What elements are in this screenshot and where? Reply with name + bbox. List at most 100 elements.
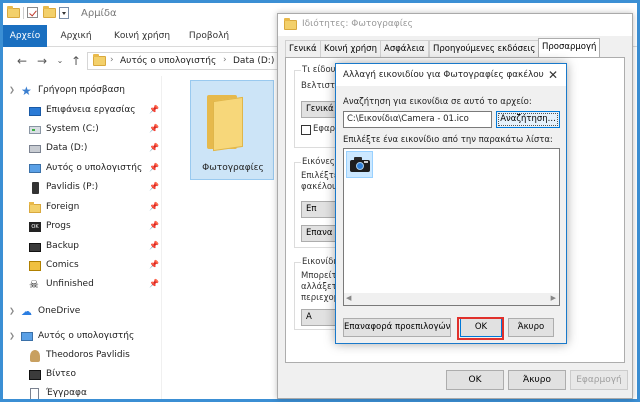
- cloud-icon: ☁: [21, 305, 32, 318]
- icon-list[interactable]: ◀ ▶: [343, 148, 560, 306]
- customize-toolbar-chevron-icon[interactable]: [59, 7, 69, 19]
- close-icon[interactable]: ✕: [544, 67, 562, 83]
- browse-button[interactable]: Αναζήτηση...: [496, 111, 560, 128]
- change-icon-cancel-button[interactable]: Άκυρο: [508, 318, 554, 337]
- icon-file-path-input[interactable]: C:\Εικονίδια\Camera - 01.ico: [343, 111, 492, 128]
- pin-icon: 📌: [149, 260, 159, 269]
- expand-chevron-icon[interactable]: ❯: [9, 332, 15, 340]
- breadcrumb-chevron-icon[interactable]: ›: [110, 55, 114, 65]
- nav-item-progs[interactable]: OK Progs 📌: [3, 218, 161, 236]
- properties-cancel-button[interactable]: Άκυρο: [508, 370, 566, 390]
- scroll-right-icon[interactable]: ▶: [551, 294, 556, 302]
- tab-home[interactable]: Αρχική: [51, 25, 101, 47]
- change-icon-title: Αλλαγή εικονιδίου για Φωτογραφίες φακέλο…: [343, 70, 544, 80]
- tab-share[interactable]: Κοινή χρήση: [103, 25, 181, 47]
- group-text: φακέλου: [301, 182, 337, 192]
- nav-item-quick-access[interactable]: ❯ ★ Γρήγορη πρόσβαση: [3, 82, 161, 100]
- address-bar[interactable]: › Αυτός ο υπολογιστής › Data (D:): [87, 52, 287, 70]
- pin-icon: 📌: [149, 279, 159, 288]
- nav-item-foreign[interactable]: Foreign 📌: [3, 199, 161, 217]
- pin-icon: 📌: [149, 182, 159, 191]
- tab-previous-versions[interactable]: Προηγούμενες εκδόσεις: [429, 40, 540, 57]
- star-icon: ★: [21, 84, 32, 98]
- separator: [23, 7, 24, 19]
- properties-check-icon[interactable]: [27, 7, 40, 19]
- folder-icon: [29, 202, 41, 213]
- nav-item-label: System (C:): [46, 124, 99, 134]
- tab-file[interactable]: Αρχείο: [3, 25, 47, 47]
- breadcrumb-this-pc[interactable]: Αυτός ο υπολογιστής: [120, 56, 216, 66]
- apply-subfolders-checkbox[interactable]: [301, 125, 311, 135]
- nav-item-label: Γρήγορη πρόσβαση: [38, 85, 125, 95]
- nav-item-label: Data (D:): [46, 143, 88, 153]
- nav-item-label: Theodoros Pavlidis: [46, 350, 130, 360]
- nav-item-videos[interactable]: Βίντεο: [3, 366, 161, 384]
- recent-locations-chevron-icon[interactable]: ⌄: [53, 54, 67, 68]
- folder-tile-label: Φωτογραφίες: [202, 163, 264, 173]
- back-arrow-icon[interactable]: ←: [15, 54, 29, 68]
- properties-apply-button[interactable]: Εφαρμογή: [570, 370, 628, 390]
- nav-item-desktop[interactable]: Επιφάνεια εργασίας 📌: [3, 102, 161, 120]
- folder-tile-photos[interactable]: Φωτογραφίες: [190, 80, 274, 180]
- phone-icon: [32, 182, 39, 194]
- new-folder-icon[interactable]: [43, 6, 56, 19]
- computer-icon: [21, 332, 33, 341]
- computer-icon: [29, 164, 41, 173]
- nav-item-documents[interactable]: Έγγραφα: [3, 385, 161, 399]
- nav-item-data-d[interactable]: Data (D:) 📌: [3, 140, 161, 158]
- nav-item-theodoros-pavlidis[interactable]: Theodoros Pavlidis: [3, 347, 161, 365]
- pin-icon: 📌: [149, 105, 159, 114]
- icon-list-item[interactable]: [346, 151, 373, 178]
- nav-item-this-pc[interactable]: ❯ Αυτός ο υπολογιστής: [3, 328, 161, 346]
- user-folder-icon: [30, 350, 40, 362]
- pin-icon: 📌: [149, 143, 159, 152]
- comics-icon: [29, 261, 41, 271]
- tab-security[interactable]: Ασφάλεια: [380, 40, 429, 57]
- checkbox-label: Εφαρ: [313, 124, 335, 134]
- window-title: Αρμίδα: [81, 8, 117, 19]
- progs-icon: OK: [29, 222, 41, 232]
- nav-item-comics[interactable]: Comics 📌: [3, 257, 161, 275]
- nav-item-label: Επιφάνεια εργασίας: [46, 105, 136, 115]
- pin-icon: 📌: [149, 221, 159, 230]
- nav-item-label: Foreign: [46, 202, 80, 212]
- nav-item-backup[interactable]: Backup 📌: [3, 238, 161, 256]
- scroll-left-icon[interactable]: ◀: [346, 294, 351, 302]
- group-text: Επιλέξτε: [301, 171, 339, 181]
- drive-icon: [29, 126, 41, 134]
- horizontal-scrollbar[interactable]: ◀ ▶: [344, 293, 559, 305]
- restore-defaults-button[interactable]: Επαναφορά προεπιλογών: [343, 318, 451, 337]
- pin-icon: 📌: [149, 124, 159, 133]
- nav-item-label: Progs: [46, 221, 71, 231]
- video-icon: [29, 370, 41, 380]
- ok-highlight-box: [457, 317, 504, 340]
- tab-customize[interactable]: Προσαρμογή: [538, 38, 601, 58]
- breadcrumb-data-drive[interactable]: Data (D:): [233, 56, 274, 66]
- pin-icon: 📌: [149, 202, 159, 211]
- folder-icon: [284, 18, 297, 30]
- nav-item-label: Pavlidis (P:): [46, 182, 99, 192]
- tab-sharing[interactable]: Κοινή χρήση: [320, 40, 381, 57]
- change-icon-dialog: Αλλαγή εικονιδίου για Φωτογραφίες φακέλο…: [335, 63, 567, 344]
- nav-item-label: OneDrive: [38, 306, 81, 316]
- folder-icon: [207, 95, 251, 152]
- properties-ok-button[interactable]: OK: [446, 370, 504, 390]
- icon-list-label: Επιλέξτε ένα εικονίδιο από την παρακάτω …: [343, 135, 553, 145]
- up-arrow-icon[interactable]: ↑: [69, 54, 83, 68]
- nav-item-system-c[interactable]: System (C:) 📌: [3, 121, 161, 139]
- forward-arrow-icon[interactable]: →: [35, 54, 49, 68]
- nav-item-label: Βίντεο: [46, 369, 77, 379]
- nav-item-this-pc-pinned[interactable]: Αυτός ο υπολογιστής 📌: [3, 160, 161, 178]
- document-icon: [30, 388, 39, 399]
- tab-general[interactable]: Γενικά: [285, 40, 321, 57]
- nav-item-pavlidis-p[interactable]: Pavlidis (P:) 📌: [3, 179, 161, 197]
- expand-chevron-icon[interactable]: ❯: [9, 86, 15, 94]
- nav-item-onedrive[interactable]: ❯ ☁ OneDrive: [3, 303, 161, 321]
- nav-item-label: Unfinished: [46, 279, 94, 289]
- nav-item-label: Αυτός ο υπολογιστής: [38, 331, 135, 341]
- tab-view[interactable]: Προβολή: [181, 25, 237, 47]
- nav-item-unfinished[interactable]: ☠ Unfinished 📌: [3, 276, 161, 294]
- expand-chevron-icon[interactable]: ❯: [9, 307, 15, 315]
- breadcrumb-chevron-icon[interactable]: ›: [223, 55, 227, 65]
- disk-icon: [29, 145, 41, 153]
